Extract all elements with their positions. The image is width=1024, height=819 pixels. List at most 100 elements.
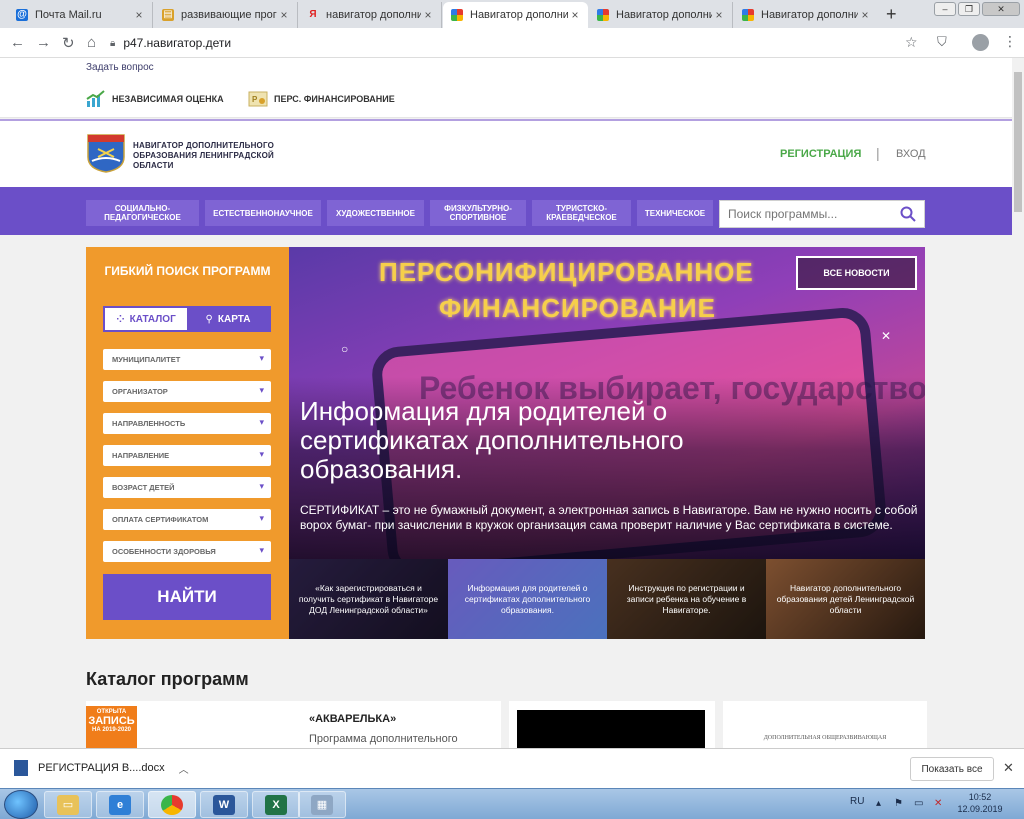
login-link[interactable]: ВХОД (896, 148, 926, 160)
catalog-view-button[interactable]: ⁘ КАТАЛОГ (105, 308, 187, 330)
all-news-button[interactable]: ВСЕ НОВОСТИ (796, 256, 917, 290)
scrollbar-thumb[interactable] (1014, 72, 1022, 212)
navigator-icon (451, 9, 463, 21)
reload-icon[interactable]: ↻ (62, 34, 75, 52)
chrome-icon (161, 794, 183, 815)
coat-of-arms-logo[interactable] (86, 133, 126, 173)
menu-item-tourism[interactable]: ТУРИСТСКО-КРАЕВЕДЧЕСКОЕ (532, 200, 631, 226)
taskbar-word[interactable]: W (200, 791, 248, 818)
search-icon[interactable] (900, 206, 916, 222)
certificate-payment-select[interactable]: ОПЛАТА СЕРТИФИКАТОМ ▾ (103, 509, 271, 530)
taskbar-ie[interactable]: e (96, 791, 144, 818)
ask-question-link[interactable]: Задать вопрос (86, 62, 154, 73)
chevron-down-icon: ▾ (259, 417, 264, 427)
hero-banner-line2: ФИНАНСИРОВАНИЕ (439, 293, 716, 323)
flexible-search-panel: ГИБКИЙ ПОИСК ПРОГРАММ ⁘ КАТАЛОГ ⚲ КАРТА … (86, 247, 289, 639)
chevron-down-icon: ▾ (259, 353, 264, 363)
tab-navigator-3[interactable]: Навигатор дополнит × (734, 2, 878, 28)
program-card[interactable]: ОТКРЫТА ЗАПИСЬ НА 2019-2020 «АКВАРЕЛЬКА»… (86, 701, 501, 748)
extension-shield-icon[interactable]: ⛉ (937, 34, 947, 50)
show-hidden-icons-icon[interactable]: ▴ (876, 798, 881, 809)
taskbar-calculator[interactable]: ▦ (298, 791, 346, 818)
direction-menu: СОЦИАЛЬНО-ПЕДАГОГИЧЕСКОЕ ЕСТЕСТВЕННОНАУЧ… (0, 187, 1012, 235)
chevron-up-icon[interactable]: ︿ (179, 761, 189, 776)
tab-yandex[interactable]: Я навигатор дополнит × (299, 2, 442, 28)
municipality-select[interactable]: МУНИЦИПАЛИТЕТ ▾ (103, 349, 271, 370)
news-hero-slide[interactable]: ПЕРСОНИФИЦИРОВАННОЕ ФИНАНСИРОВАНИЕ Ребен… (289, 247, 925, 559)
close-icon[interactable]: × (421, 8, 435, 22)
yandex-icon: Я (309, 9, 317, 20)
taskbar-explorer[interactable]: ▭ (44, 791, 92, 818)
program-title[interactable]: «АКВАРЕЛЬКА» (309, 713, 396, 725)
word-document-icon (14, 760, 28, 776)
back-arrow-icon[interactable]: ← (10, 34, 25, 51)
forward-arrow-icon[interactable]: → (36, 34, 51, 51)
direction-select[interactable]: НАПРАВЛЕНИЕ ▾ (103, 445, 271, 466)
chevron-down-icon: ▾ (259, 385, 264, 395)
tab-programs[interactable]: ▤ развивающие прогр × (154, 2, 298, 28)
close-window-button[interactable]: ✕ (982, 2, 1020, 16)
news-thumb-3[interactable]: Инструкция по регистрации и записи ребен… (607, 559, 766, 639)
start-button[interactable] (4, 790, 38, 819)
tab-mail[interactable]: @ Почта Mail.ru × (8, 2, 153, 28)
calculator-icon: ▦ (311, 794, 333, 815)
page-scrollbar[interactable] (1012, 58, 1024, 748)
close-icon[interactable]: × (277, 8, 291, 22)
close-icon[interactable]: × (132, 8, 146, 22)
show-all-downloads-button[interactable]: Показать все (910, 757, 994, 781)
close-icon[interactable]: × (712, 8, 726, 22)
maximize-button[interactable]: ❐ (958, 2, 980, 16)
network-icon[interactable]: ▭ (914, 798, 923, 809)
register-link[interactable]: РЕГИСТРАЦИЯ (780, 148, 861, 160)
news-thumb-4[interactable]: Навигатор дополнительного образования де… (766, 559, 925, 639)
language-indicator[interactable]: RU (850, 796, 864, 807)
organizer-select[interactable]: ОРГАНИЗАТОР ▾ (103, 381, 271, 402)
search-input[interactable] (728, 207, 896, 221)
home-icon[interactable]: ⌂ (87, 34, 96, 51)
system-clock[interactable]: 10:52 12.09.2019 (955, 791, 1005, 815)
sparkle-icon: ✕ (881, 329, 892, 343)
taskbar-chrome[interactable] (148, 791, 196, 818)
menu-item-social[interactable]: СОЦИАЛЬНО-ПЕДАГОГИЧЕСКОЕ (86, 200, 199, 226)
new-tab-button[interactable]: + (886, 4, 897, 25)
independent-rating-link[interactable]: НЕЗАВИСИМАЯ ОЦЕНКА (86, 90, 224, 108)
tab-navigator-active[interactable]: Навигатор дополнит × (443, 2, 588, 28)
program-card[interactable] (509, 701, 715, 748)
taskbar-excel[interactable]: X (252, 791, 300, 818)
close-icon[interactable]: × (568, 8, 582, 22)
profile-avatar[interactable] (972, 34, 989, 51)
volume-muted-icon[interactable]: ✕ (934, 798, 942, 809)
sparkle-icon: ○ (341, 342, 349, 356)
site-brand-name[interactable]: НАВИГАТОР ДОПОЛНИТЕЛЬНОГО ОБРАЗОВАНИЯ ЛЕ… (133, 141, 303, 171)
tab-navigator-2[interactable]: Навигатор дополнит × (589, 2, 733, 28)
program-subtitle: Программа дополнительного (309, 733, 458, 745)
menu-kebab-icon[interactable]: ⋮ (1003, 33, 1017, 50)
program-card[interactable]: ДОПОЛНИТЕЛЬНАЯ ОБЩЕРАЗВИВАЮЩАЯ (723, 701, 927, 748)
flag-icon[interactable]: ⚑ (894, 798, 903, 809)
focus-select[interactable]: НАПРАВЛЕННОСТЬ ▾ (103, 413, 271, 434)
menu-item-technical[interactable]: ТЕХНИЧЕСКОЕ (637, 200, 713, 226)
personal-financing-link[interactable]: P ПЕРС. ФИНАНСИРОВАНИЕ (248, 90, 395, 108)
close-icon[interactable]: × (858, 8, 872, 22)
map-view-button[interactable]: ⚲ КАРТА (187, 308, 269, 330)
close-icon[interactable]: ✕ (1003, 760, 1014, 776)
health-features-select[interactable]: ОСОБЕННОСТИ ЗДОРОВЬЯ ▾ (103, 541, 271, 562)
mail-icon: @ (16, 9, 28, 21)
bookmark-star-icon[interactable]: ☆ (905, 34, 918, 51)
menu-item-sport[interactable]: ФИЗКУЛЬТУРНО-СПОРТИВНОЕ (430, 200, 526, 226)
menu-item-science[interactable]: ЕСТЕСТВЕННОНАУЧНОЕ (205, 200, 321, 226)
doc-icon: ▤ (162, 9, 174, 21)
find-button[interactable]: НАЙТИ (103, 574, 271, 620)
menu-item-art[interactable]: ХУДОЖЕСТВЕННОЕ (327, 200, 424, 226)
chevron-down-icon: ▾ (259, 481, 264, 491)
minimize-button[interactable]: – (934, 2, 956, 16)
news-thumb-2[interactable]: Информация для родителей о сертификатах … (448, 559, 607, 639)
download-item[interactable]: РЕГИСТРАЦИЯ В....docx ︿ (14, 760, 189, 776)
age-select[interactable]: ВОЗРАСТ ДЕТЕЙ ▾ (103, 477, 271, 498)
hero-banner-line1: ПЕРСОНИФИЦИРОВАННОЕ (379, 257, 754, 287)
hero-title[interactable]: Информация для родителей о сертификатах … (300, 397, 840, 484)
url-field[interactable]: 🔒︎ p47.навигатор.дети (110, 32, 930, 54)
enrollment-open-badge: ОТКРЫТА ЗАПИСЬ НА 2019-2020 (86, 706, 137, 748)
browser-tab-bar: @ Почта Mail.ru × ▤ развивающие прогр × … (0, 0, 1024, 28)
news-thumb-1[interactable]: «Как зарегистрироваться и получить серти… (289, 559, 448, 639)
